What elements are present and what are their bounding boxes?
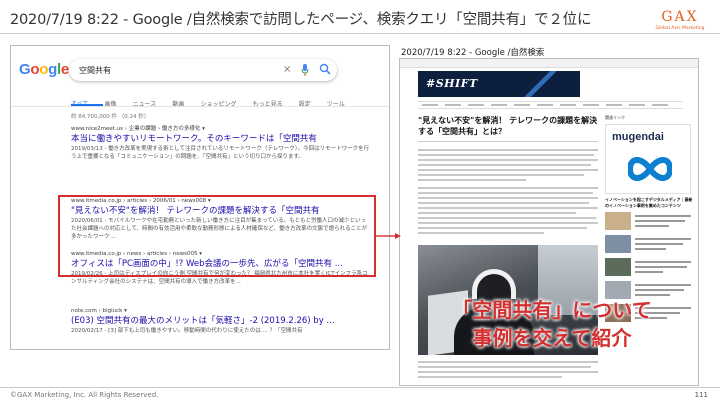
- article-sidebar: 関連リンク mugendai イノベーションを起こすデジタルメディア｜最新のイノ…: [605, 115, 693, 324]
- close-icon[interactable]: ×: [283, 63, 291, 77]
- nav-item[interactable]: [468, 104, 484, 106]
- overlay-caption: 「空間共有」について 事例を交えて紹介: [452, 298, 652, 350]
- search-tabs: すべて 画像 ニュース 動画 ショッピング もっと見る 設定 ツール: [71, 91, 356, 108]
- sidebar-ad[interactable]: mugendai: [605, 124, 691, 194]
- nav-item[interactable]: [583, 104, 599, 106]
- article-paragraph: [418, 149, 598, 184]
- tab-shopping[interactable]: ショッピング: [200, 100, 236, 110]
- site-nav: [418, 101, 683, 109]
- search-icon[interactable]: [319, 63, 331, 75]
- sidebar-thumbnail: [605, 258, 631, 276]
- article-paragraph: [418, 361, 598, 381]
- result-stats: 約 84,700,000 件 （0.24 秒）: [71, 114, 150, 120]
- headset-icon: [472, 269, 516, 299]
- tab-more[interactable]: もっと見る: [253, 100, 283, 110]
- headline-divider: [418, 141, 598, 142]
- result-title[interactable]: 本当に働きやすいリモートワーク。そのキーワードは「空間共有: [71, 133, 371, 145]
- sidebar-item[interactable]: [605, 235, 693, 255]
- article-headline: "見えない不安"を解消！ テレワークの課題を解決する「空間共有」とは？: [418, 116, 598, 136]
- search-box[interactable]: ×: [69, 59, 337, 81]
- sidebar-thumbnail: [605, 235, 631, 253]
- nav-item[interactable]: [652, 104, 668, 106]
- sidebar-item[interactable]: [605, 258, 693, 278]
- tab-images[interactable]: 画像: [104, 100, 116, 110]
- tab-settings[interactable]: 設定: [299, 100, 311, 110]
- search-input[interactable]: [79, 63, 269, 77]
- sidebar-text: イノベーションを起こすデジタルメディア｜最新のイノベーション事例を集めたコンテン…: [605, 197, 693, 208]
- browser-strip: [400, 59, 698, 68]
- site-banner: #SHIFT: [418, 71, 580, 97]
- nav-item[interactable]: [606, 104, 622, 106]
- search-result: www.nice2meet.us › 企業の課題 › 働き方の多様化 ▾ 本当に…: [71, 126, 371, 177]
- copyright: ©GAX Marketing, Inc. All Rights Reserved…: [10, 391, 159, 399]
- result-snippet: 2020/02/17 - [3] 部下も上司も働きやすい。移動時間の代わりに使え…: [71, 328, 303, 334]
- logo-tagline: Global Axis Marketing: [655, 26, 705, 31]
- title-divider: [0, 33, 720, 34]
- microphone-icon[interactable]: [301, 64, 309, 76]
- result-url[interactable]: note.com › bigluck ▾: [71, 308, 371, 315]
- tab-videos[interactable]: 動画: [172, 100, 184, 110]
- nav-item[interactable]: [514, 104, 530, 106]
- sidebar-item[interactable]: [605, 212, 693, 232]
- sidebar-thumbnail: [605, 212, 631, 230]
- search-result: note.com › bigluck ▾ (E03) 空間共有の最大のメリットは…: [71, 308, 371, 343]
- tab-news[interactable]: ニュース: [133, 100, 157, 110]
- article-paragraph: [418, 187, 598, 237]
- logo-word: GAX: [661, 9, 699, 25]
- gax-logo: GAX Global Axis Marketing: [652, 10, 708, 40]
- footer-divider: [0, 387, 720, 388]
- result-title[interactable]: (E03) 空間共有の最大のメリットは「気軽さ」-2 (2019.2.26) b…: [71, 315, 371, 327]
- banner-accent: [508, 71, 580, 97]
- sidebar-label: 関連リンク: [605, 115, 625, 120]
- site-logo: #SHIFT: [426, 77, 478, 90]
- result-url[interactable]: www.nice2meet.us › 企業の課題 › 働き方の多様化 ▾: [71, 126, 371, 133]
- page-number: 111: [694, 391, 708, 399]
- nav-item[interactable]: [422, 104, 438, 106]
- sidebar-brand: mugendai: [612, 131, 664, 143]
- google-logo[interactable]: Google: [19, 61, 69, 78]
- article-caption: 2020/7/19 8:22 - Google /自然検索: [401, 48, 545, 58]
- nav-item[interactable]: [560, 104, 576, 106]
- nav-item[interactable]: [491, 104, 507, 106]
- result-snippet: 2019/03/13 - 働き方改革を実現する術として注目されているリモートワー…: [71, 146, 370, 160]
- nav-item[interactable]: [537, 104, 553, 106]
- highlight-box: [58, 195, 376, 277]
- nav-item[interactable]: [445, 104, 461, 106]
- infinity-icon: [628, 157, 672, 181]
- slide-title: 2020/7/19 8:22 - Google /自然検索で訪問したページ、検索…: [10, 12, 592, 28]
- tabs-divider: [11, 106, 389, 107]
- nav-item[interactable]: [629, 104, 645, 106]
- tab-tools[interactable]: ツール: [327, 100, 345, 110]
